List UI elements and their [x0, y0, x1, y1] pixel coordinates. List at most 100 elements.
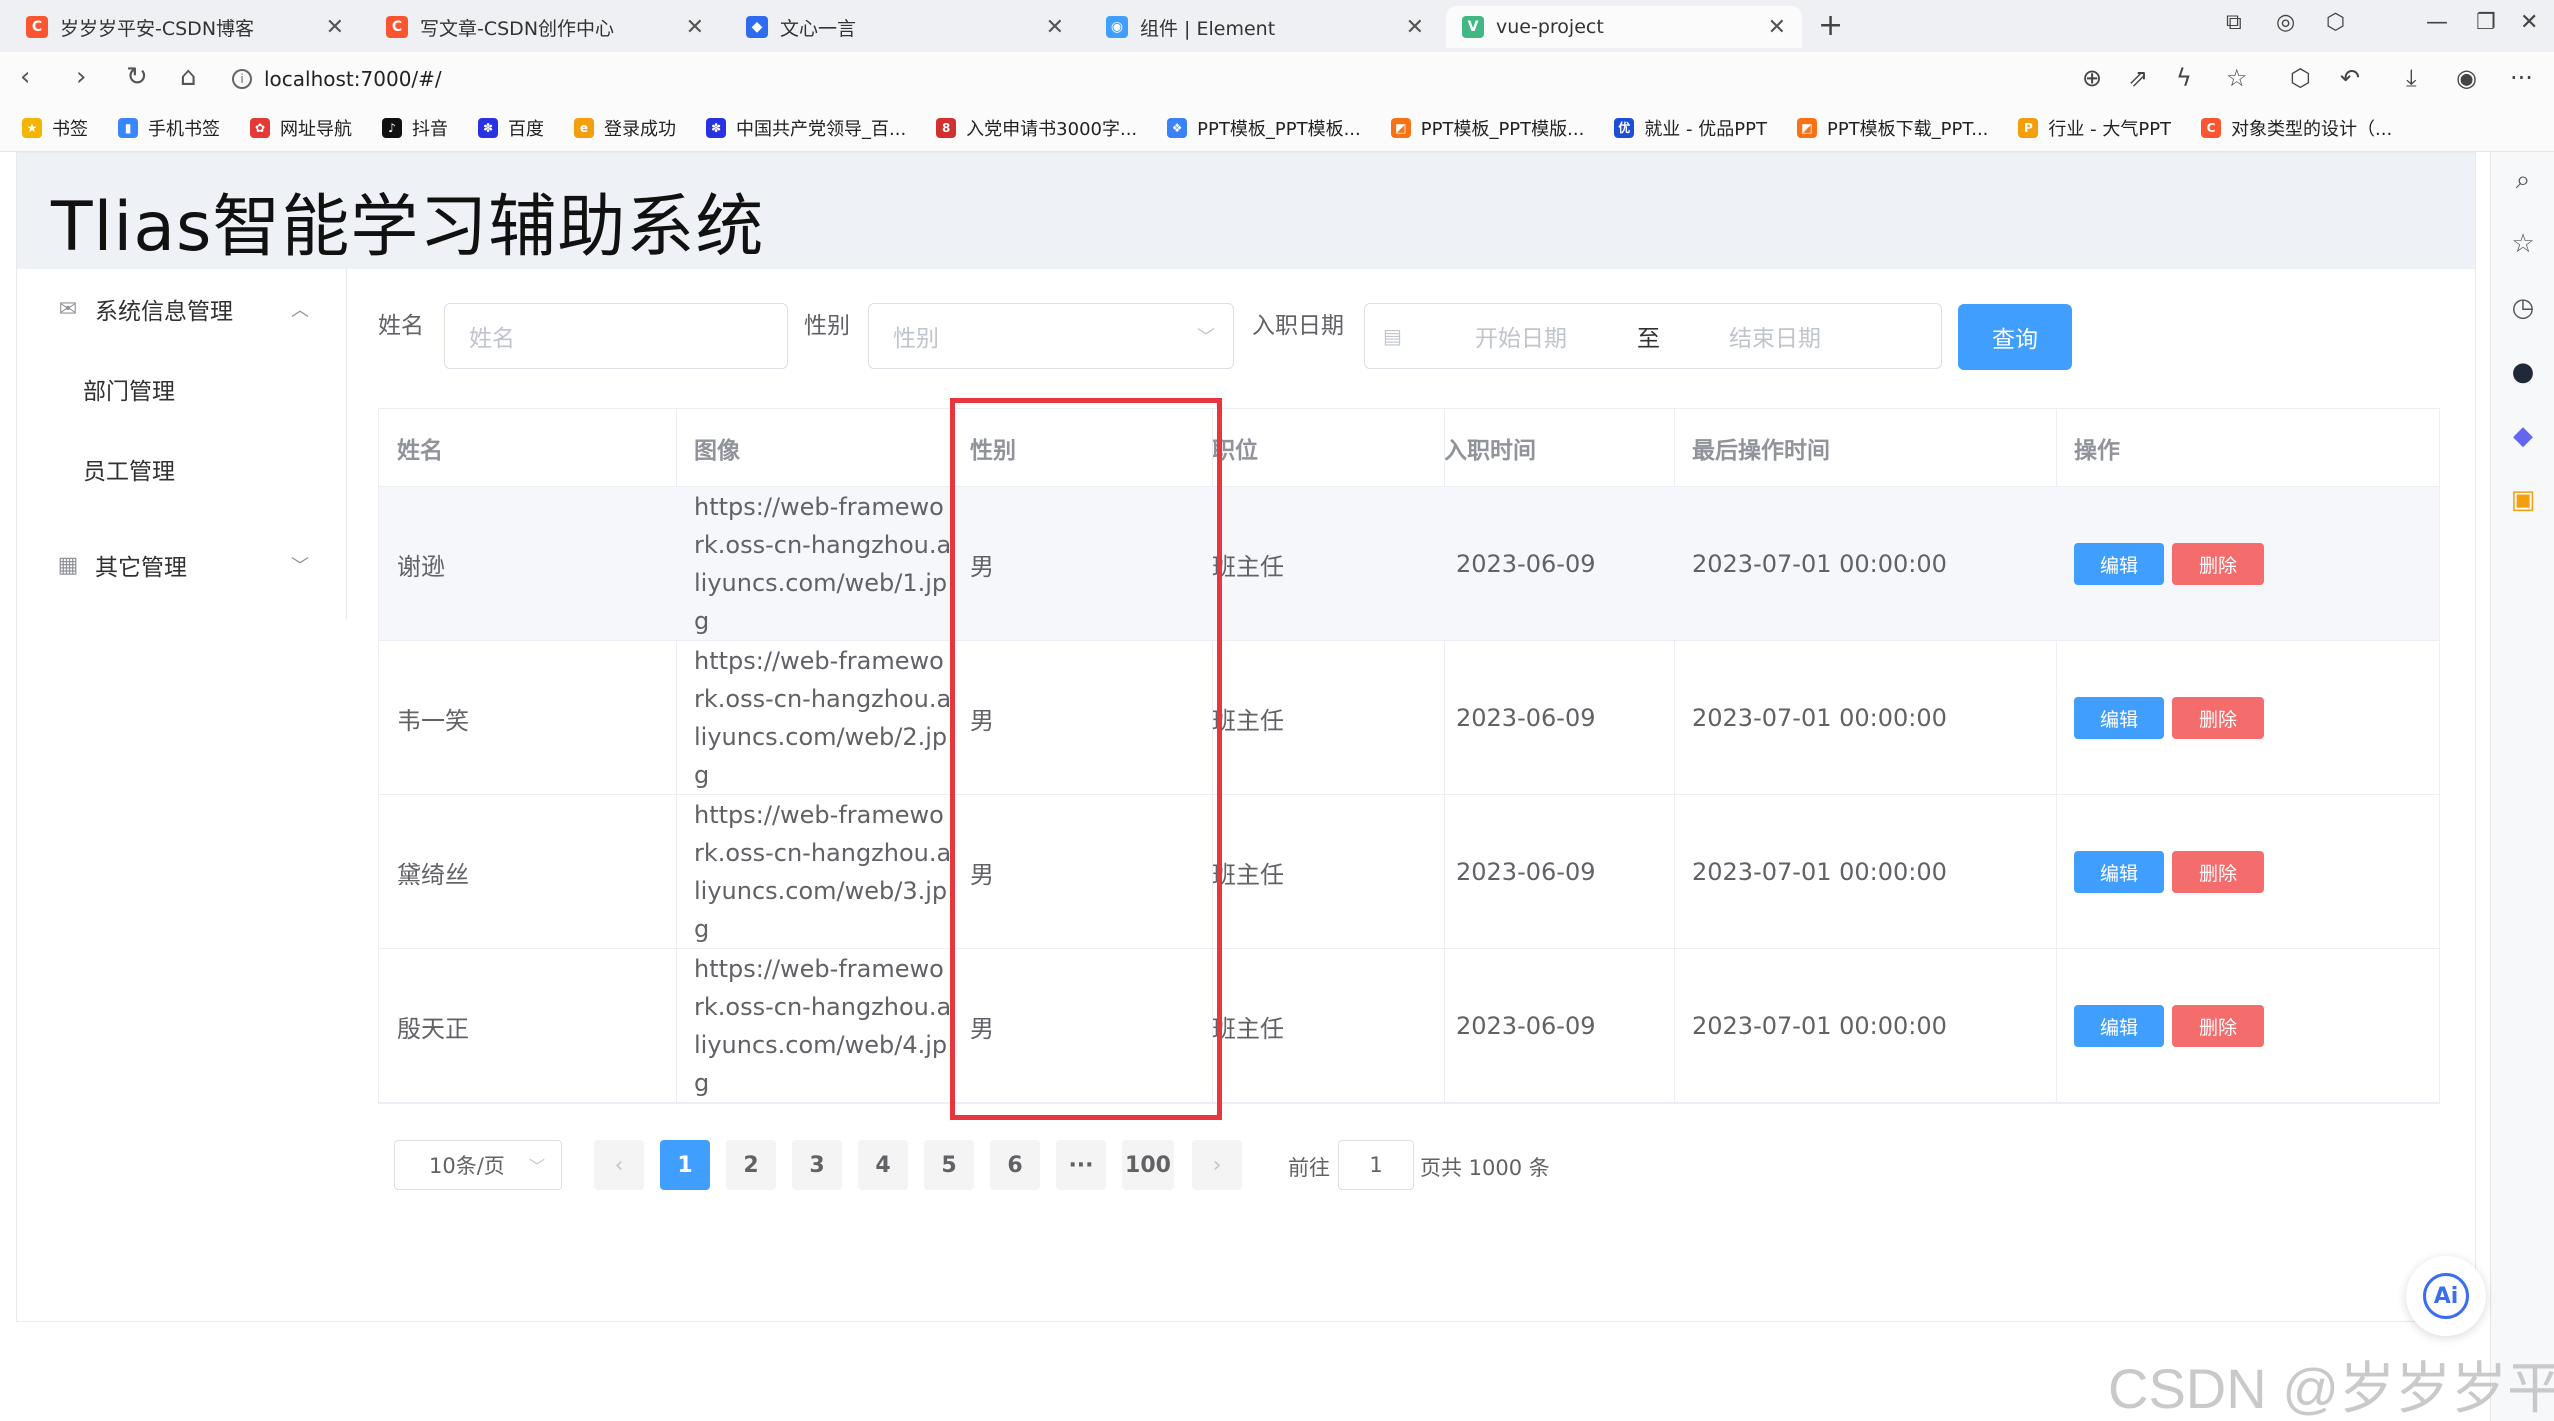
star-icon[interactable]: ☆ [2507, 228, 2539, 260]
bookmark-item[interactable]: ◩ PPT模板下载_PPT... [1796, 115, 1988, 141]
next-page-button[interactable]: › [1192, 1140, 1242, 1190]
clock-icon[interactable]: ◷ [2507, 292, 2539, 324]
more-icon[interactable]: ··· [2510, 64, 2533, 92]
bookmark-label: 登录成功 [604, 118, 676, 140]
side-menu: ✉ 系统信息管理 ︿ 部门管理 员工管理 ▦ 其它管理 ﹀ [17, 269, 347, 619]
browser-tab[interactable]: ◆ 文心一言 ✕ [730, 6, 1080, 48]
menu-item-dept[interactable]: 部门管理 [17, 349, 347, 429]
briefcase-icon[interactable]: ▣ [2507, 484, 2539, 516]
close-icon[interactable]: ✕ [686, 15, 704, 40]
bookmark-icon: 优 [1614, 117, 1635, 138]
bookmark-item[interactable]: ✽ 百度 [478, 115, 544, 141]
lightning-icon[interactable]: ϟ [2176, 64, 2192, 92]
new-tab-icon[interactable]: + [1818, 8, 1843, 43]
url-input[interactable]: i localhost:7000/#/ [232, 60, 2072, 98]
cell-entry-date: 2023-06-09 [1456, 704, 1596, 732]
back-icon[interactable]: ‹ [20, 62, 30, 92]
download-icon[interactable]: ⤓ [2406, 64, 2417, 92]
game-icon[interactable]: ◆ [2507, 420, 2539, 452]
cell-entry-date: 2023-06-09 [1456, 1012, 1596, 1040]
extension-icon[interactable]: ⬡ [2326, 10, 2345, 35]
close-window-icon[interactable]: ✕ [2520, 10, 2538, 35]
delete-button[interactable]: 删除 [2172, 697, 2264, 739]
tab-actions-icon[interactable]: ⧉ [2226, 10, 2242, 35]
bookmark-item[interactable]: e 登录成功 [574, 115, 676, 141]
element-favicon-icon: ◉ [1106, 16, 1128, 38]
extensions-icon[interactable]: ⬡ [2290, 64, 2311, 92]
incognito-icon[interactable]: ◎ [2276, 10, 2295, 35]
page-button[interactable]: 100 [1122, 1140, 1174, 1190]
browser-tab-active[interactable]: V vue-project ✕ [1446, 6, 1802, 48]
avatar-icon[interactable]: ◉ [2456, 64, 2477, 92]
bookmark-item[interactable]: C 对象类型的设计（... [2201, 115, 2392, 141]
page-size-value: 10条/页 [429, 1154, 505, 1178]
bookmark-item[interactable]: ◩ PPT模板_PPT模版... [1390, 115, 1584, 141]
page-title: Tlias智能学习辅助系统 [51, 188, 765, 267]
end-date-input[interactable]: 结束日期 [1729, 319, 1821, 353]
bookmark-item[interactable]: ✿ 网址导航 [250, 115, 352, 141]
delete-button[interactable]: 删除 [2172, 1005, 2264, 1047]
more-pages-button[interactable]: ··· [1056, 1140, 1106, 1190]
site-info-icon[interactable]: i [232, 69, 252, 89]
edit-button[interactable]: 编辑 [2074, 851, 2164, 893]
bookmark-item[interactable]: ★ 书签 [22, 115, 88, 141]
menu-group-system[interactable]: ✉ 系统信息管理 ︿ [17, 269, 347, 349]
bookmark-item[interactable]: ♪ 抖音 [382, 115, 448, 141]
browser-tab[interactable]: ◉ 组件 | Element ✕ [1090, 6, 1440, 48]
maximize-icon[interactable]: ❐ [2476, 10, 2496, 35]
forward-icon[interactable]: › [76, 62, 86, 92]
page-size-select[interactable]: 10条/页 ﹀ [394, 1140, 562, 1190]
home-icon[interactable]: ⌂ [180, 62, 197, 92]
menu-group-other[interactable]: ▦ 其它管理 ﹀ [17, 525, 347, 605]
delete-button[interactable]: 删除 [2172, 851, 2264, 893]
bookmark-item[interactable]: ▮ 手机书签 [118, 115, 220, 141]
header-actions: 操作 [2074, 438, 2120, 464]
bookmark-label: 网址导航 [280, 118, 352, 140]
reload-icon[interactable]: ↻ [126, 62, 148, 92]
bookmark-label: 百度 [508, 118, 544, 140]
bookmark-item[interactable]: 8 入党申请书3000字... [936, 115, 1137, 141]
history-back-icon[interactable]: ↶ [2340, 64, 2360, 92]
cell-image: https://web-framework.oss-cn-hangzhou.al… [694, 493, 952, 635]
header-job: 职位 [1212, 438, 1258, 464]
bookmark-item[interactable]: 优就业 - 优品PPT [1614, 115, 1767, 141]
bookmark-icon: ▮ [118, 117, 138, 138]
ai-assistant-button[interactable]: Ai [2406, 1256, 2486, 1336]
goto-page-input[interactable]: 1 [1338, 1140, 1414, 1190]
share-icon[interactable]: ⇗ [2128, 64, 2148, 92]
edit-button[interactable]: 编辑 [2074, 1005, 2164, 1047]
close-icon[interactable]: ✕ [1046, 15, 1064, 40]
bookmark-item[interactable]: ✽ 中国共产党领导_百... [706, 115, 906, 141]
delete-button[interactable]: 删除 [2172, 543, 2264, 585]
assistant-icon[interactable]: ● [2507, 356, 2539, 388]
bookmark-icon: ◩ [1390, 117, 1411, 138]
bookmark-item[interactable]: ❖ PPT模板_PPT模板... [1167, 115, 1361, 141]
zoom-icon[interactable]: ⊕ [2082, 64, 2102, 92]
tab-title: 组件 | Element [1140, 17, 1276, 40]
page-button[interactable]: 1 [660, 1140, 710, 1190]
menu-item-emp[interactable]: 员工管理 [17, 429, 347, 509]
close-icon[interactable]: ✕ [1406, 15, 1424, 40]
prev-page-button[interactable]: ‹ [594, 1140, 644, 1190]
browser-tab[interactable]: C 写文章-CSDN创作中心 ✕ [370, 6, 720, 48]
edit-button[interactable]: 编辑 [2074, 697, 2164, 739]
page-button[interactable]: 6 [990, 1140, 1040, 1190]
page-button[interactable]: 5 [924, 1140, 974, 1190]
page-button[interactable]: 2 [726, 1140, 776, 1190]
gender-label: 性别 [804, 313, 850, 339]
minimize-icon[interactable]: — [2426, 10, 2448, 35]
name-input[interactable]: 姓名 [444, 303, 788, 369]
page-button[interactable]: 3 [792, 1140, 842, 1190]
page-button[interactable]: 4 [858, 1140, 908, 1190]
bookmark-item[interactable]: P 行业 - 大气PPT [2018, 115, 2171, 141]
date-range-picker[interactable]: ▤ 开始日期 至 结束日期 [1364, 303, 1942, 369]
search-icon[interactable]: ⌕ [2507, 164, 2539, 196]
favorite-star-icon[interactable]: ☆ [2226, 64, 2248, 92]
browser-tab[interactable]: C 岁岁岁平安-CSDN博客 ✕ [10, 6, 360, 48]
start-date-input[interactable]: 开始日期 [1475, 319, 1567, 353]
close-icon[interactable]: ✕ [1768, 15, 1786, 40]
query-button[interactable]: 查询 [1958, 304, 2072, 370]
gender-select[interactable]: 性别 ﹀ [868, 303, 1234, 369]
edit-button[interactable]: 编辑 [2074, 543, 2164, 585]
close-icon[interactable]: ✕ [326, 15, 344, 40]
